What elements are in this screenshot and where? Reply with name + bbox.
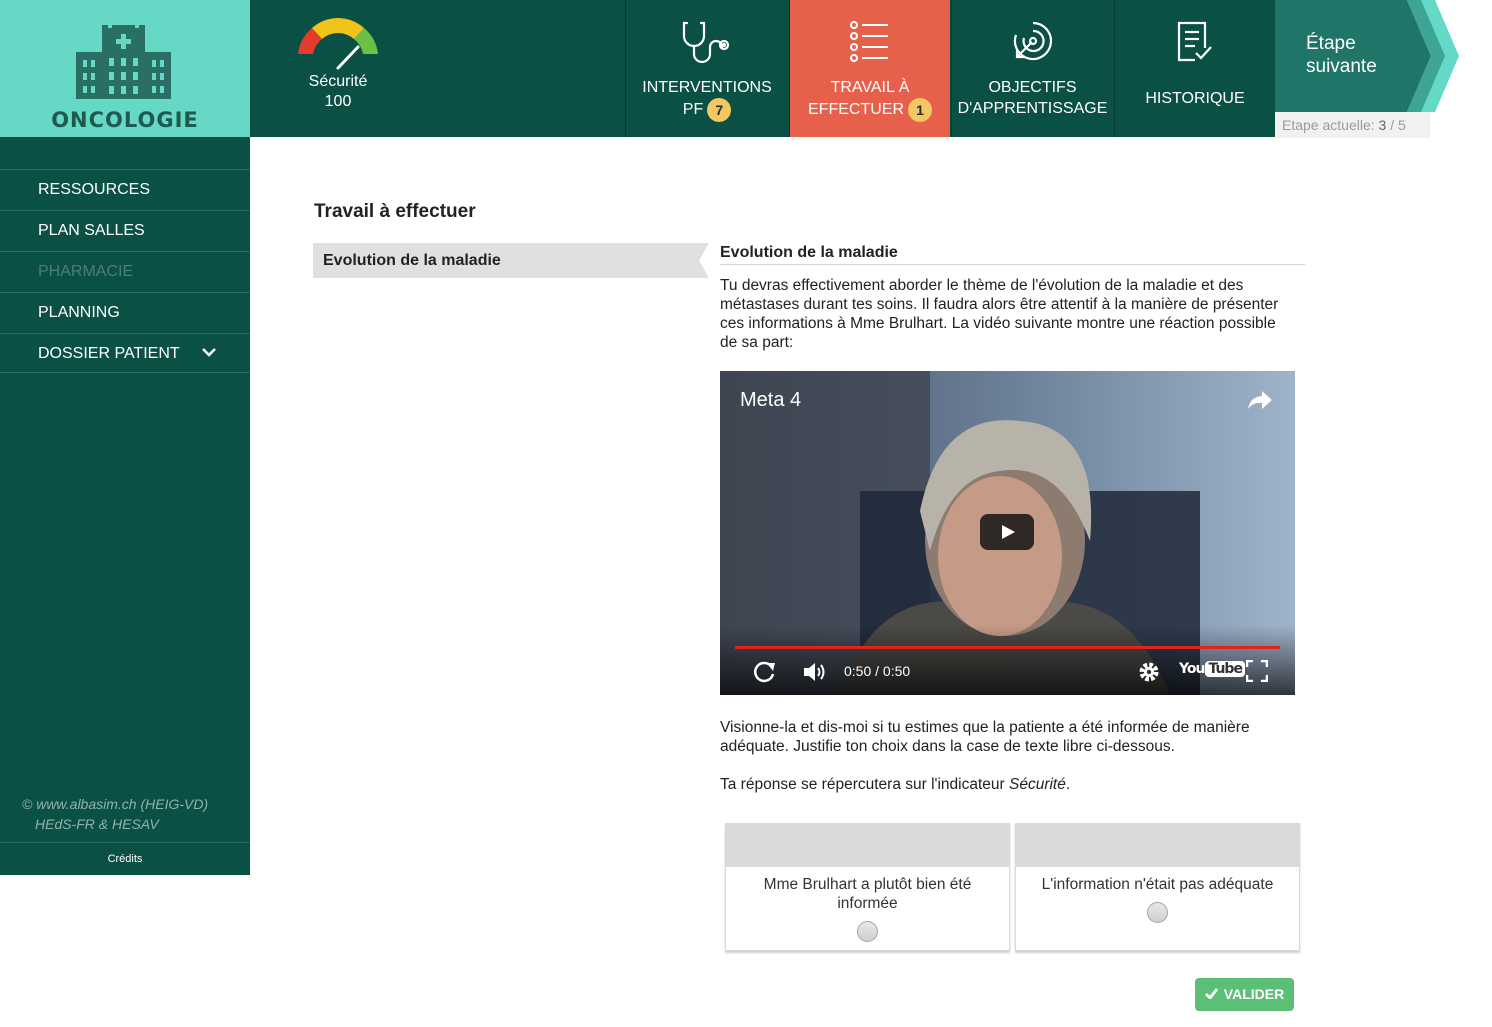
stethoscope-icon [682, 21, 730, 64]
youtube-logo[interactable]: You Tube [1179, 661, 1245, 677]
instruction-text: Visionne-la et dis-moi si tu estimes que… [720, 719, 1250, 755]
youtube-logo-you: You [1179, 661, 1205, 677]
choice-radio[interactable] [857, 921, 878, 942]
copyright: © www.albasim.ch (HEIG-VD) HEdS-FR & HES… [22, 794, 208, 834]
security-gauge: Sécurité 100 [288, 14, 388, 112]
sidebar-item-label: PLAN SALLES [38, 222, 145, 239]
gauge-value: 100 [324, 93, 352, 110]
item-notch [699, 243, 709, 278]
sidebar-item-label: PLANNING [38, 304, 120, 321]
task-list-item-label: Evolution de la maladie [323, 252, 501, 269]
tab-objectifs-apprentissage[interactable]: OBJECTIFS D'APPRENTISSAGE [951, 0, 1113, 137]
step-separator: / [1390, 117, 1395, 133]
sidebar-item-ressources[interactable]: RESSOURCES [0, 169, 250, 210]
choice-card-pas-adequate[interactable]: L'information n'était pas adéquate [1015, 823, 1300, 951]
chevron-down-icon [202, 348, 216, 357]
impact-suffix: . [1065, 776, 1071, 793]
step-label: Etape actuelle: [1282, 117, 1375, 133]
tab-travail-label2: EFFECTUER [808, 101, 904, 119]
tab-interventions-label2: PF [682, 101, 704, 119]
next-step-label2: suivante [1306, 56, 1377, 77]
sidebar-item-pharmacie: PHARMACIE [0, 251, 250, 292]
checkmark-icon [1204, 988, 1218, 999]
tab-historique[interactable]: HISTORIQUE [1114, 0, 1275, 137]
sidebar-item-label: DOSSIER PATIENT [38, 345, 180, 362]
video-time: 0:50 / 0:50 [844, 663, 911, 679]
target-icon [1013, 21, 1052, 61]
fullscreen-icon[interactable] [1246, 660, 1268, 682]
task-list-item[interactable]: Evolution de la maladie [313, 243, 709, 278]
choice-radio[interactable] [1147, 902, 1168, 923]
logo-title: ONCOLOGIE [51, 108, 199, 132]
sidebar-item-label: PHARMACIE [38, 263, 134, 280]
sidebar-item-plan-salles[interactable]: PLAN SALLES [0, 210, 250, 251]
credits-link[interactable]: Crédits [0, 842, 250, 875]
next-step-label1: Étape [1306, 33, 1356, 54]
page-title: Travail à effectuer [314, 201, 476, 222]
validate-label: VALIDER [1223, 986, 1285, 1002]
tab-historique-label: HISTORIQUE [1145, 90, 1245, 107]
sidebar-divider [0, 372, 250, 373]
tab-travail-label1: TRAVAIL À [830, 79, 910, 96]
replay-icon[interactable] [751, 660, 777, 684]
impact-text: Ta réponse se répercutera sur l'indicate… [720, 775, 1290, 794]
impact-prefix: Ta réponse se répercutera sur l'indicate… [720, 776, 1009, 793]
video-progress-bar[interactable] [735, 646, 1280, 649]
section-title: Evolution de la maladie [720, 244, 898, 261]
volume-icon[interactable] [802, 660, 828, 684]
choice-card-header [726, 824, 1009, 867]
section-divider [720, 264, 1305, 265]
sidebar-item-dossier-patient[interactable]: DOSSIER PATIENT [0, 333, 250, 374]
copyright-line2: HEdS-FR & HESAV [35, 816, 159, 832]
choice-label: Mme Brulhart a plutôt bien été informée [763, 876, 972, 912]
intro-text: Tu devras effectivement aborder le thème… [720, 277, 1279, 351]
step-total: 5 [1397, 117, 1406, 133]
play-button[interactable] [980, 514, 1034, 550]
top-navigation-bar: Sécurité 100 INTERVENTIONS PF 7 TRAVAIL À… [250, 0, 1275, 137]
sidebar: RESSOURCES PLAN SALLES PHARMACIE PLANNIN… [0, 137, 250, 875]
impact-indicator: Sécurité [1009, 776, 1066, 793]
list-icon [850, 21, 888, 62]
tab-interventions-label1: INTERVENTIONS [642, 79, 772, 96]
gauge-icon [298, 18, 378, 70]
sidebar-item-label: RESSOURCES [38, 181, 151, 198]
choice-card-header [1016, 824, 1299, 867]
video-title: Meta 4 [740, 389, 802, 411]
tab-interventions-pf[interactable]: INTERVENTIONS PF 7 [625, 0, 788, 137]
choice-label: L'information n'était pas adéquate [1041, 876, 1274, 893]
settings-gear-icon[interactable] [1137, 660, 1161, 684]
youtube-logo-tube: Tube [1205, 661, 1245, 677]
gauge-label: Sécurité [308, 73, 368, 90]
current-step-indicator: Etape actuelle: 3 / 5 [1275, 112, 1430, 138]
step-current: 3 [1378, 117, 1387, 133]
travail-count-badge: 1 [908, 98, 932, 122]
tab-objectifs-label1: OBJECTIFS [988, 79, 1077, 96]
next-step-button[interactable]: Étape suivante [1275, 0, 1460, 112]
tab-travail-a-effectuer[interactable]: TRAVAIL À EFFECTUER 1 [789, 0, 950, 137]
clipboard-icon [1177, 21, 1212, 62]
video-player[interactable]: Meta 4 0:50 / 0:50 You Tube [720, 371, 1295, 695]
validate-button[interactable]: VALIDER [1195, 978, 1294, 1011]
tab-objectifs-label2: D'APPRENTISSAGE [957, 100, 1108, 117]
choice-card-bien-informee[interactable]: Mme Brulhart a plutôt bien été informée [725, 823, 1010, 951]
share-icon[interactable] [1247, 389, 1273, 411]
interventions-count-badge: 7 [707, 98, 732, 122]
copyright-line1: © www.albasim.ch (HEIG-VD) [22, 796, 209, 812]
sidebar-item-planning[interactable]: PLANNING [0, 292, 250, 333]
